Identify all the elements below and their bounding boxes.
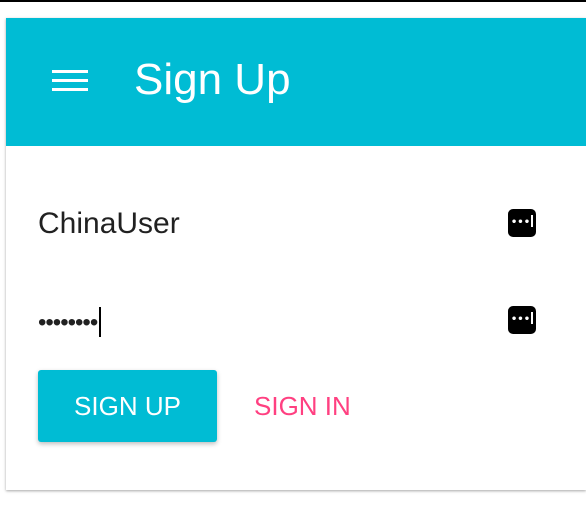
text-caret	[99, 306, 102, 337]
password-input[interactable]: ••••••••	[38, 303, 102, 343]
password-manager-icon[interactable]: •••	[508, 306, 536, 334]
username-field[interactable]: ChinaUser •••	[38, 200, 538, 248]
window-top-border	[0, 0, 586, 2]
menu-line	[52, 70, 88, 73]
sign-up-button[interactable]: SIGN UP	[38, 370, 217, 442]
app-bar: Sign Up	[6, 18, 586, 146]
sign-in-button[interactable]: SIGN IN	[238, 370, 367, 442]
password-masked-value: ••••••••	[38, 309, 98, 336]
password-manager-bar	[531, 312, 534, 324]
password-field[interactable]: •••••••• •••	[38, 297, 538, 345]
password-manager-dots: •••	[510, 217, 531, 228]
page-title: Sign Up	[134, 55, 291, 104]
password-manager-bar	[531, 215, 534, 227]
sign-up-card: Sign Up ChinaUser ••• •••••••• ••• SIGN …	[6, 18, 586, 490]
menu-line	[52, 79, 88, 82]
password-manager-icon[interactable]: •••	[508, 209, 536, 237]
password-manager-dots: •••	[510, 314, 531, 325]
hamburger-menu-icon[interactable]	[52, 69, 88, 95]
username-input[interactable]: ChinaUser	[38, 204, 180, 244]
menu-line	[52, 88, 88, 91]
